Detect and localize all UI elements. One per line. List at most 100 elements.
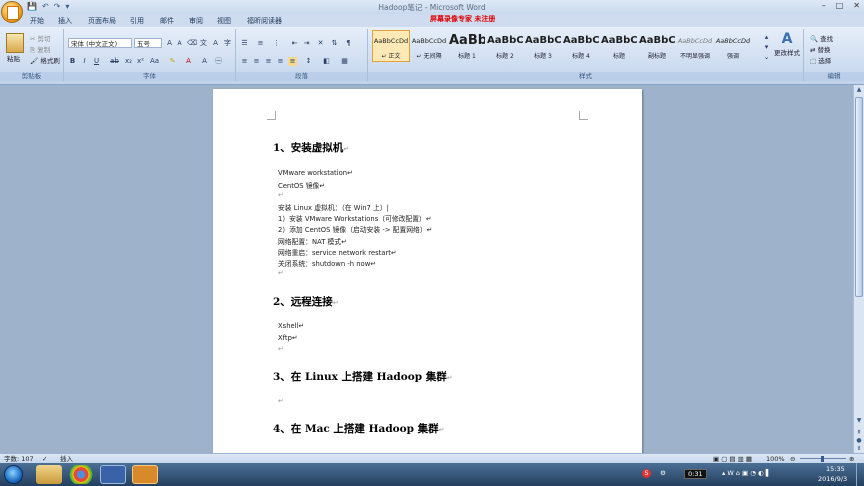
subscript-icon[interactable]: x₂ <box>124 57 133 66</box>
doc-line[interactable]: Xshell↵ <box>278 322 304 330</box>
styles-scroll-up-icon[interactable]: ▴ <box>762 33 771 42</box>
style-heading-4[interactable]: AaBbC 标题 4 <box>562 30 600 62</box>
heading-1[interactable]: 1、安装虚拟机↵ <box>273 140 349 155</box>
clock-date[interactable]: 2016/9/3 <box>818 475 847 483</box>
justify-icon[interactable]: ≡ <box>276 57 285 66</box>
start-button[interactable] <box>4 465 23 484</box>
scroll-down-icon[interactable]: ▼ <box>855 417 863 425</box>
align-right-icon[interactable]: ≡ <box>264 57 273 66</box>
scroll-thumb[interactable] <box>855 97 863 297</box>
heading-4[interactable]: 4、在 Mac 上搭建 Hadoop 集群↵ <box>273 421 445 436</box>
word-taskbar-icon[interactable] <box>100 465 126 484</box>
undo-icon[interactable]: ↶ <box>42 2 49 12</box>
sort-icon[interactable]: ⇅ <box>330 39 339 48</box>
style-heading-2[interactable]: AaBbC 标题 2 <box>486 30 524 62</box>
enclose-char-icon[interactable]: 字 <box>223 39 232 48</box>
cut-button[interactable]: ✂ 剪切 <box>30 33 51 43</box>
tab-mailings[interactable]: 邮件 <box>160 16 174 26</box>
heading-3[interactable]: 3、在 Linux 上搭建 Hadoop 集群↵ <box>273 369 453 384</box>
style-subtle-emphasis[interactable]: AaBbCcDd 不明显强调 <box>676 30 714 62</box>
shading-icon[interactable]: ◧ <box>322 57 331 66</box>
scroll-up-icon[interactable]: ▲ <box>855 86 863 94</box>
show-marks-icon[interactable]: ¶ <box>344 39 353 48</box>
phonetic-guide-icon[interactable]: 文 <box>199 39 208 48</box>
enclose-icon[interactable]: ㊀ <box>214 57 223 66</box>
chinese-layout-icon[interactable]: ✕ <box>316 39 325 48</box>
tab-home[interactable]: 开始 <box>30 16 44 26</box>
char-border-icon[interactable]: A <box>211 39 220 48</box>
doc-line[interactable]: 1）安装 VMware Workstations（可修改配置）↵ <box>278 213 432 223</box>
superscript-icon[interactable]: x² <box>136 57 145 66</box>
doc-line[interactable]: 关闭系统：shutdown -h now↵ <box>278 258 376 268</box>
zoom-slider-thumb[interactable] <box>821 456 824 462</box>
replace-button[interactable]: ⇄ 替换 <box>810 44 831 54</box>
bullets-icon[interactable]: ☰ <box>240 39 249 48</box>
save-icon[interactable]: 💾 <box>27 2 37 12</box>
paste-icon[interactable] <box>6 33 24 53</box>
find-button[interactable]: 🔍 查找 <box>810 33 833 43</box>
align-left-icon[interactable]: ≡ <box>240 57 249 66</box>
line-spacing-icon[interactable]: ↕ <box>304 57 313 66</box>
strikethrough-icon[interactable]: ab <box>110 57 119 66</box>
italic-icon[interactable]: I <box>80 57 89 66</box>
doc-line[interactable]: Xftp↵ <box>278 334 298 342</box>
clear-format-icon[interactable]: ⌫ <box>187 39 197 48</box>
multilevel-list-icon[interactable]: ⋮ <box>272 39 281 48</box>
style-no-spacing[interactable]: AaBbCcDd ↵ 无间隔 <box>410 30 448 62</box>
doc-line[interactable]: 网络重启：service network restart↵ <box>278 247 397 257</box>
format-painter-button[interactable]: 🖌 格式刷 <box>30 55 60 65</box>
doc-line[interactable]: VMware workstation↵ <box>278 169 353 177</box>
grow-font-icon[interactable]: A <box>165 39 174 48</box>
paste-button[interactable]: 粘贴 <box>7 53 20 63</box>
style-title[interactable]: AaBbC 标题 <box>600 30 638 62</box>
show-desktop-button[interactable] <box>856 463 864 486</box>
doc-line[interactable]: 网络配置：NAT 模式↵ <box>278 236 347 246</box>
next-page-icon[interactable]: ⇟ <box>855 445 863 453</box>
chrome-taskbar-icon[interactable] <box>68 465 94 484</box>
style-heading-1[interactable]: AaBb 标题 1 <box>448 30 486 62</box>
align-center-icon[interactable]: ≡ <box>252 57 261 66</box>
tray-icon[interactable]: ⚙ <box>660 469 666 477</box>
increase-indent-icon[interactable]: ⇥ <box>302 39 311 48</box>
style-emphasis[interactable]: AaBbCcDd 强调 <box>714 30 752 62</box>
customize-qat-icon[interactable]: ▾ <box>65 2 69 12</box>
doc-line[interactable]: ↵ <box>278 345 284 353</box>
tray-icons[interactable]: ▴ W ⌂ ▣ ◔ ◐ ▌ <box>722 469 771 477</box>
select-button[interactable]: ⬚ 选择 <box>810 55 831 65</box>
change-styles-button[interactable]: A 更改样式 <box>773 31 801 57</box>
vertical-scrollbar[interactable]: ▲ ▼ ⇞ ● ⇟ <box>853 85 864 453</box>
bold-icon[interactable]: B <box>68 57 77 66</box>
document-page[interactable]: 1、安装虚拟机↵ VMware workstation↵ CentOS 镜像↵ … <box>213 89 642 453</box>
font-color-icon[interactable]: A <box>184 57 193 66</box>
font-size-combo[interactable]: 五号 <box>134 38 162 48</box>
close-button[interactable]: ✕ <box>853 1 860 10</box>
highlight-icon[interactable]: ✎ <box>168 57 177 66</box>
office-button[interactable] <box>1 1 23 23</box>
explorer-taskbar-icon[interactable] <box>36 465 62 484</box>
tab-page-layout[interactable]: 页面布局 <box>88 16 116 26</box>
underline-icon[interactable]: U <box>92 57 101 66</box>
style-normal[interactable]: AaBbCcDd ↵ 正文 <box>372 30 410 62</box>
decrease-indent-icon[interactable]: ⇤ <box>290 39 299 48</box>
clock-time[interactable]: 15:35 <box>826 465 845 473</box>
tab-review[interactable]: 审阅 <box>189 16 203 26</box>
doc-line[interactable]: ↵ <box>278 269 284 277</box>
heading-2[interactable]: 2、远程连接↵ <box>273 294 339 309</box>
doc-line[interactable]: 安装 Linux 虚拟机：（在 Win7 上）| <box>278 202 389 212</box>
prev-page-icon[interactable]: ⇞ <box>855 429 863 437</box>
styles-more-icon[interactable]: ⌄ <box>762 53 771 62</box>
doc-line[interactable]: ↵ <box>278 397 284 405</box>
change-case-icon[interactable]: Aa <box>150 57 159 66</box>
style-subtitle[interactable]: AaBbC 副标题 <box>638 30 676 62</box>
tab-references[interactable]: 引用 <box>130 16 144 26</box>
styles-scroll-down-icon[interactable]: ▾ <box>762 43 771 52</box>
document-area[interactable]: 1、安装虚拟机↵ VMware workstation↵ CentOS 镜像↵ … <box>0 85 853 453</box>
char-shading-icon[interactable]: A <box>200 57 209 66</box>
font-name-combo[interactable]: 宋体 (中文正文) <box>68 38 132 48</box>
tab-view[interactable]: 视图 <box>217 16 231 26</box>
redo-icon[interactable]: ↷ <box>54 2 61 12</box>
minimize-button[interactable]: – <box>822 1 826 10</box>
shrink-font-icon[interactable]: A <box>175 39 184 48</box>
doc-line[interactable]: ↵ <box>278 191 284 199</box>
tab-insert[interactable]: 插入 <box>58 16 72 26</box>
